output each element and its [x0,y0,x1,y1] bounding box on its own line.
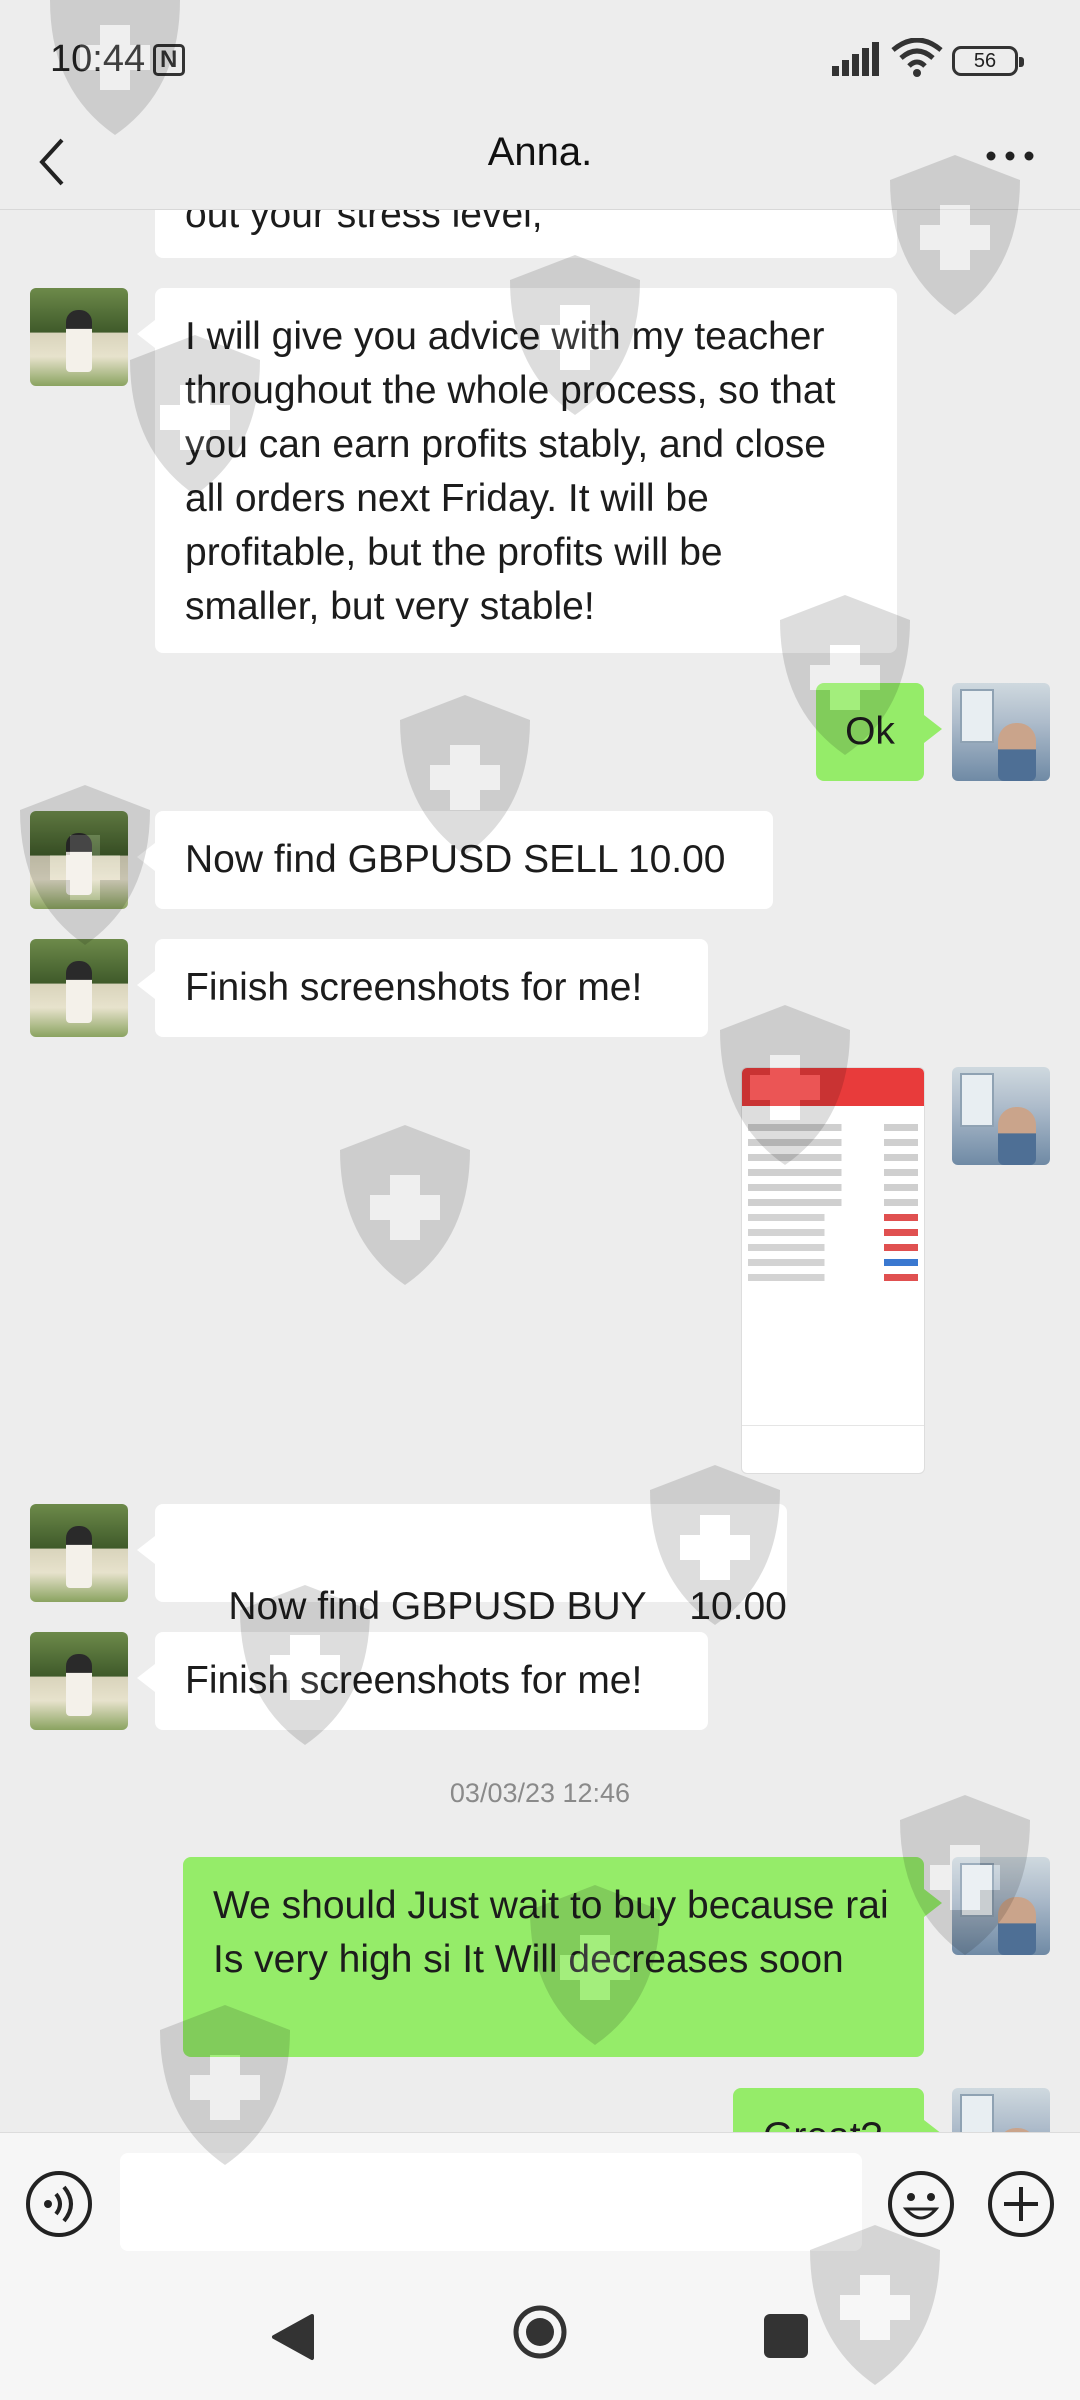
avatar-anna[interactable] [30,1504,128,1602]
message-incoming[interactable]: Finish screenshots for me! [137,939,708,1037]
message-text: Ok [845,710,895,753]
message-text: Now find GBPUSD SELL 10.00 [185,838,726,881]
battery-icon: 56 [952,46,1024,76]
avatar-anna[interactable] [30,811,128,909]
status-bar: 10:44 56 [0,0,1080,120]
input-bar [0,2132,1080,2272]
chat-title: Anna. [487,130,593,174]
message-input[interactable] [120,2153,862,2251]
signal-icon [832,42,879,76]
message-text: Finish screenshots for me! [185,1659,643,1702]
message-text: We should Just wait to buy because rai I… [213,1884,889,1981]
nfc-icon [153,44,185,76]
message-text: Now find GBPUSD BUY 10.00 [228,1585,787,1628]
message-timestamp: 03/03/23 12:46 [449,1778,631,1808]
message-outgoing[interactable]: Great? [733,2088,942,2132]
status-time: 10:44 [50,38,146,80]
avatar-anna[interactable] [30,939,128,1037]
more-dots-icon[interactable] [985,146,1035,166]
message-text: out your stress level, [185,210,543,236]
message-outgoing[interactable]: Ok [816,683,942,781]
system-nav-bar [0,2272,1080,2400]
voice-icon[interactable] [24,2169,94,2239]
message-outgoing[interactable]: We should Just wait to buy because rai I… [183,1857,942,2057]
message-text: I will give you advice with my teacher t… [185,315,836,628]
emoji-icon[interactable] [886,2169,956,2239]
avatar-me[interactable] [952,1857,1050,1955]
avatar-me[interactable] [952,2088,1050,2132]
message-text: Great? [763,2115,882,2132]
screenshot-toolbar [742,1425,924,1473]
message-list[interactable]: out your stress level, I will give you a… [0,210,1080,2132]
wifi-icon [891,38,943,77]
avatar-me[interactable] [952,1067,1050,1165]
circle-home-icon[interactable] [512,2304,568,2360]
message-text: Finish screenshots for me! [185,966,643,1009]
avatar-anna[interactable] [30,1632,128,1730]
square-recent-icon[interactable] [764,2314,808,2358]
avatar-me[interactable] [952,683,1050,781]
screenshot-image-message[interactable] [741,1067,925,1474]
triangle-back-icon[interactable] [270,2312,316,2362]
screenshot-content [748,1116,918,1289]
screenshot-header [742,1068,924,1106]
chat-header: Anna. [0,120,1080,210]
message-incoming[interactable]: Finish screenshots for me! [137,1632,708,1730]
message-incoming[interactable]: Now find GBPUSD BUY 10.00 [137,1504,787,1628]
message-incoming[interactable]: out your stress level, [155,210,897,258]
message-incoming[interactable]: I will give you advice with my teacher t… [137,288,897,653]
message-incoming[interactable]: Now find GBPUSD SELL 10.00 [137,811,773,909]
avatar-anna[interactable] [30,288,128,386]
plus-icon[interactable] [986,2169,1056,2239]
